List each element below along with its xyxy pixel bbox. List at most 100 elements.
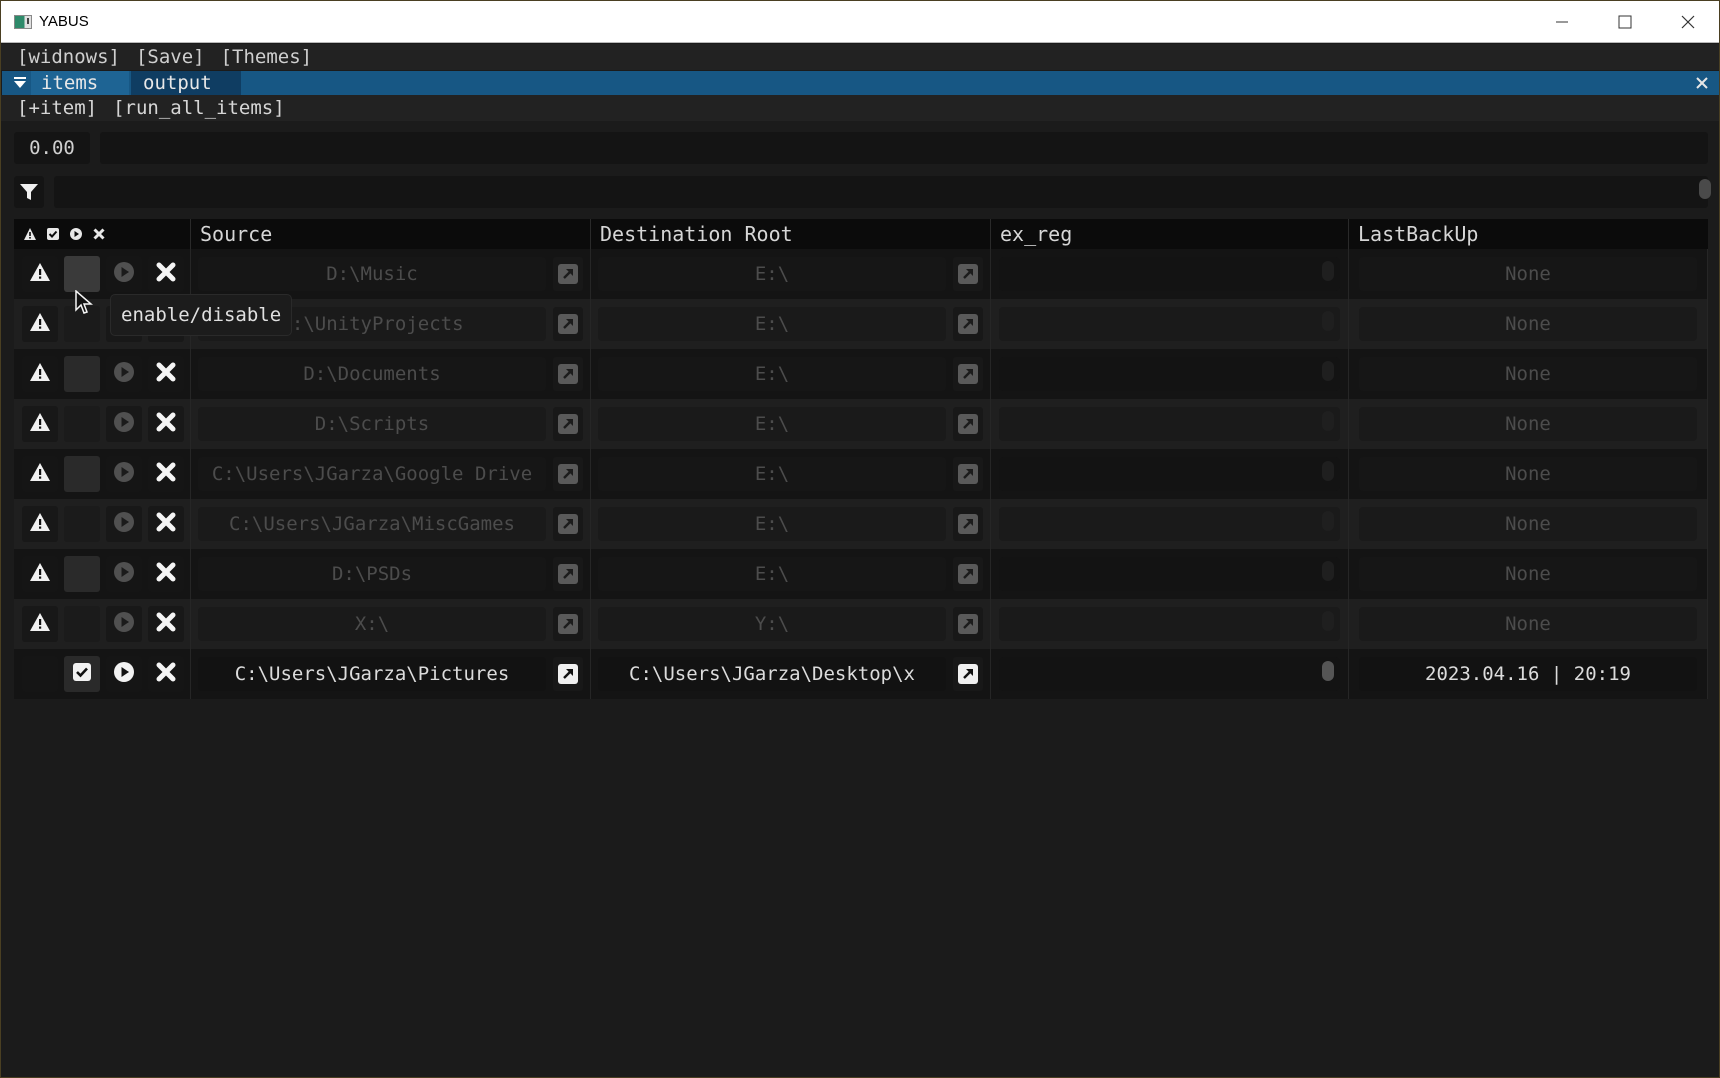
ex-reg-scroll-handle[interactable]	[1322, 311, 1334, 331]
delete-item-button[interactable]	[148, 656, 184, 692]
browse-source-button[interactable]	[553, 607, 583, 641]
destination-field[interactable]: E:\	[598, 457, 946, 491]
browse-source-button[interactable]	[553, 307, 583, 341]
destination-field[interactable]: E:\	[598, 307, 946, 341]
ex-reg-scroll-handle[interactable]	[1322, 561, 1334, 581]
enable-checkbox[interactable]	[64, 256, 100, 292]
filter-input[interactable]	[54, 176, 1708, 208]
browse-destination-button[interactable]	[953, 407, 983, 441]
menu-themes[interactable]: [Themes]	[221, 46, 313, 68]
browse-destination-button[interactable]	[953, 657, 983, 691]
filter-button[interactable]	[14, 176, 44, 208]
enable-checkbox[interactable]	[64, 606, 100, 642]
source-field[interactable]: D:\PSDs	[198, 557, 546, 591]
source-field[interactable]: C:\Users\JGarza\MiscGames	[198, 507, 546, 541]
ex-reg-scroll-handle[interactable]	[1322, 511, 1334, 531]
ex-reg-input[interactable]	[999, 557, 1340, 591]
browse-source-button[interactable]	[553, 507, 583, 541]
delete-item-button[interactable]	[148, 256, 184, 292]
browse-source-button[interactable]	[553, 657, 583, 691]
enable-checkbox[interactable]	[64, 406, 100, 442]
header-ex-reg[interactable]: ex_reg	[991, 219, 1349, 249]
header-last-backup[interactable]: LastBackUp	[1349, 219, 1708, 249]
source-field[interactable]: D:\Music	[198, 257, 546, 291]
minimize-button[interactable]	[1530, 1, 1593, 43]
enable-checkbox[interactable]	[64, 556, 100, 592]
warning-indicator	[22, 256, 58, 292]
delete-item-button[interactable]	[148, 456, 184, 492]
source-field[interactable]: D:\Scripts	[198, 407, 546, 441]
ex-reg-scroll-handle[interactable]	[1322, 611, 1334, 631]
destination-field[interactable]: C:\Users\JGarza\Desktop\x	[598, 657, 946, 691]
ex-reg-scroll-handle[interactable]	[1322, 661, 1334, 681]
play-icon	[113, 411, 135, 437]
browse-source-button[interactable]	[553, 357, 583, 391]
maximize-button[interactable]	[1593, 1, 1656, 43]
source-field[interactable]: C:\Users\JGarza\Google Drive	[198, 457, 546, 491]
run-item-button[interactable]	[106, 456, 142, 492]
header-destination-root[interactable]: Destination Root	[591, 219, 991, 249]
source-field[interactable]: C:\Users\JGarza\Pictures	[198, 657, 546, 691]
collapse-tabs-button[interactable]	[9, 71, 31, 95]
destination-field[interactable]: E:\	[598, 357, 946, 391]
destination-field[interactable]: E:\	[598, 557, 946, 591]
browse-destination-button[interactable]	[953, 507, 983, 541]
destination-field[interactable]: Y:\	[598, 607, 946, 641]
ex-reg-input[interactable]	[999, 457, 1340, 491]
run-item-button[interactable]	[106, 356, 142, 392]
enable-checkbox[interactable]	[64, 656, 100, 692]
tab-items[interactable]: items	[31, 71, 129, 95]
ex-reg-input[interactable]	[999, 507, 1340, 541]
delete-item-button[interactable]	[148, 606, 184, 642]
menu-save[interactable]: [Save]	[136, 46, 205, 68]
ex-reg-input[interactable]	[999, 657, 1340, 691]
ex-reg-scroll-handle[interactable]	[1322, 461, 1334, 481]
enable-checkbox[interactable]	[64, 456, 100, 492]
browse-destination-button[interactable]	[953, 607, 983, 641]
source-field[interactable]: D:\Documents	[198, 357, 546, 391]
row-actions	[14, 249, 191, 299]
browse-destination-button[interactable]	[953, 307, 983, 341]
ex-reg-scroll-handle[interactable]	[1322, 411, 1334, 431]
delete-item-button[interactable]	[148, 556, 184, 592]
destination-field[interactable]: E:\	[598, 257, 946, 291]
close-window-button[interactable]	[1656, 1, 1719, 43]
browse-destination-button[interactable]	[953, 257, 983, 291]
enable-checkbox[interactable]	[64, 356, 100, 392]
run-item-button[interactable]	[106, 256, 142, 292]
ex-reg-scroll-handle[interactable]	[1322, 261, 1334, 281]
browse-destination-button[interactable]	[953, 357, 983, 391]
run-item-button[interactable]	[106, 556, 142, 592]
ex-reg-scroll-handle[interactable]	[1322, 361, 1334, 381]
destination-field[interactable]: E:\	[598, 507, 946, 541]
tab-output[interactable]: output	[131, 71, 241, 95]
browse-source-button[interactable]	[553, 457, 583, 491]
ex-reg-input[interactable]	[999, 307, 1340, 341]
run-all-items-button[interactable]: [run_all_items]	[113, 97, 285, 119]
destination-field[interactable]: E:\	[598, 407, 946, 441]
run-item-button[interactable]	[106, 656, 142, 692]
ex-reg-input[interactable]	[999, 407, 1340, 441]
run-item-button[interactable]	[106, 406, 142, 442]
delete-item-button[interactable]	[148, 506, 184, 542]
source-cell: C:\Users\JGarza\Pictures	[191, 649, 591, 699]
ex-reg-input[interactable]	[999, 257, 1340, 291]
close-tab-button[interactable]	[1691, 71, 1713, 95]
add-item-button[interactable]: [+item]	[17, 97, 97, 119]
browse-source-button[interactable]	[553, 257, 583, 291]
browse-source-button[interactable]	[553, 557, 583, 591]
delete-item-button[interactable]	[148, 406, 184, 442]
run-item-button[interactable]	[106, 606, 142, 642]
header-source[interactable]: Source	[191, 219, 591, 249]
browse-source-button[interactable]	[553, 407, 583, 441]
source-field[interactable]: X:\	[198, 607, 546, 641]
browse-destination-button[interactable]	[953, 557, 983, 591]
delete-item-button[interactable]	[148, 356, 184, 392]
run-item-button[interactable]	[106, 506, 142, 542]
filter-scroll-handle[interactable]	[1699, 179, 1711, 199]
browse-destination-button[interactable]	[953, 457, 983, 491]
menu-windows[interactable]: [widnows]	[17, 46, 120, 68]
ex-reg-input[interactable]	[999, 607, 1340, 641]
ex-reg-input[interactable]	[999, 357, 1340, 391]
enable-checkbox[interactable]	[64, 506, 100, 542]
